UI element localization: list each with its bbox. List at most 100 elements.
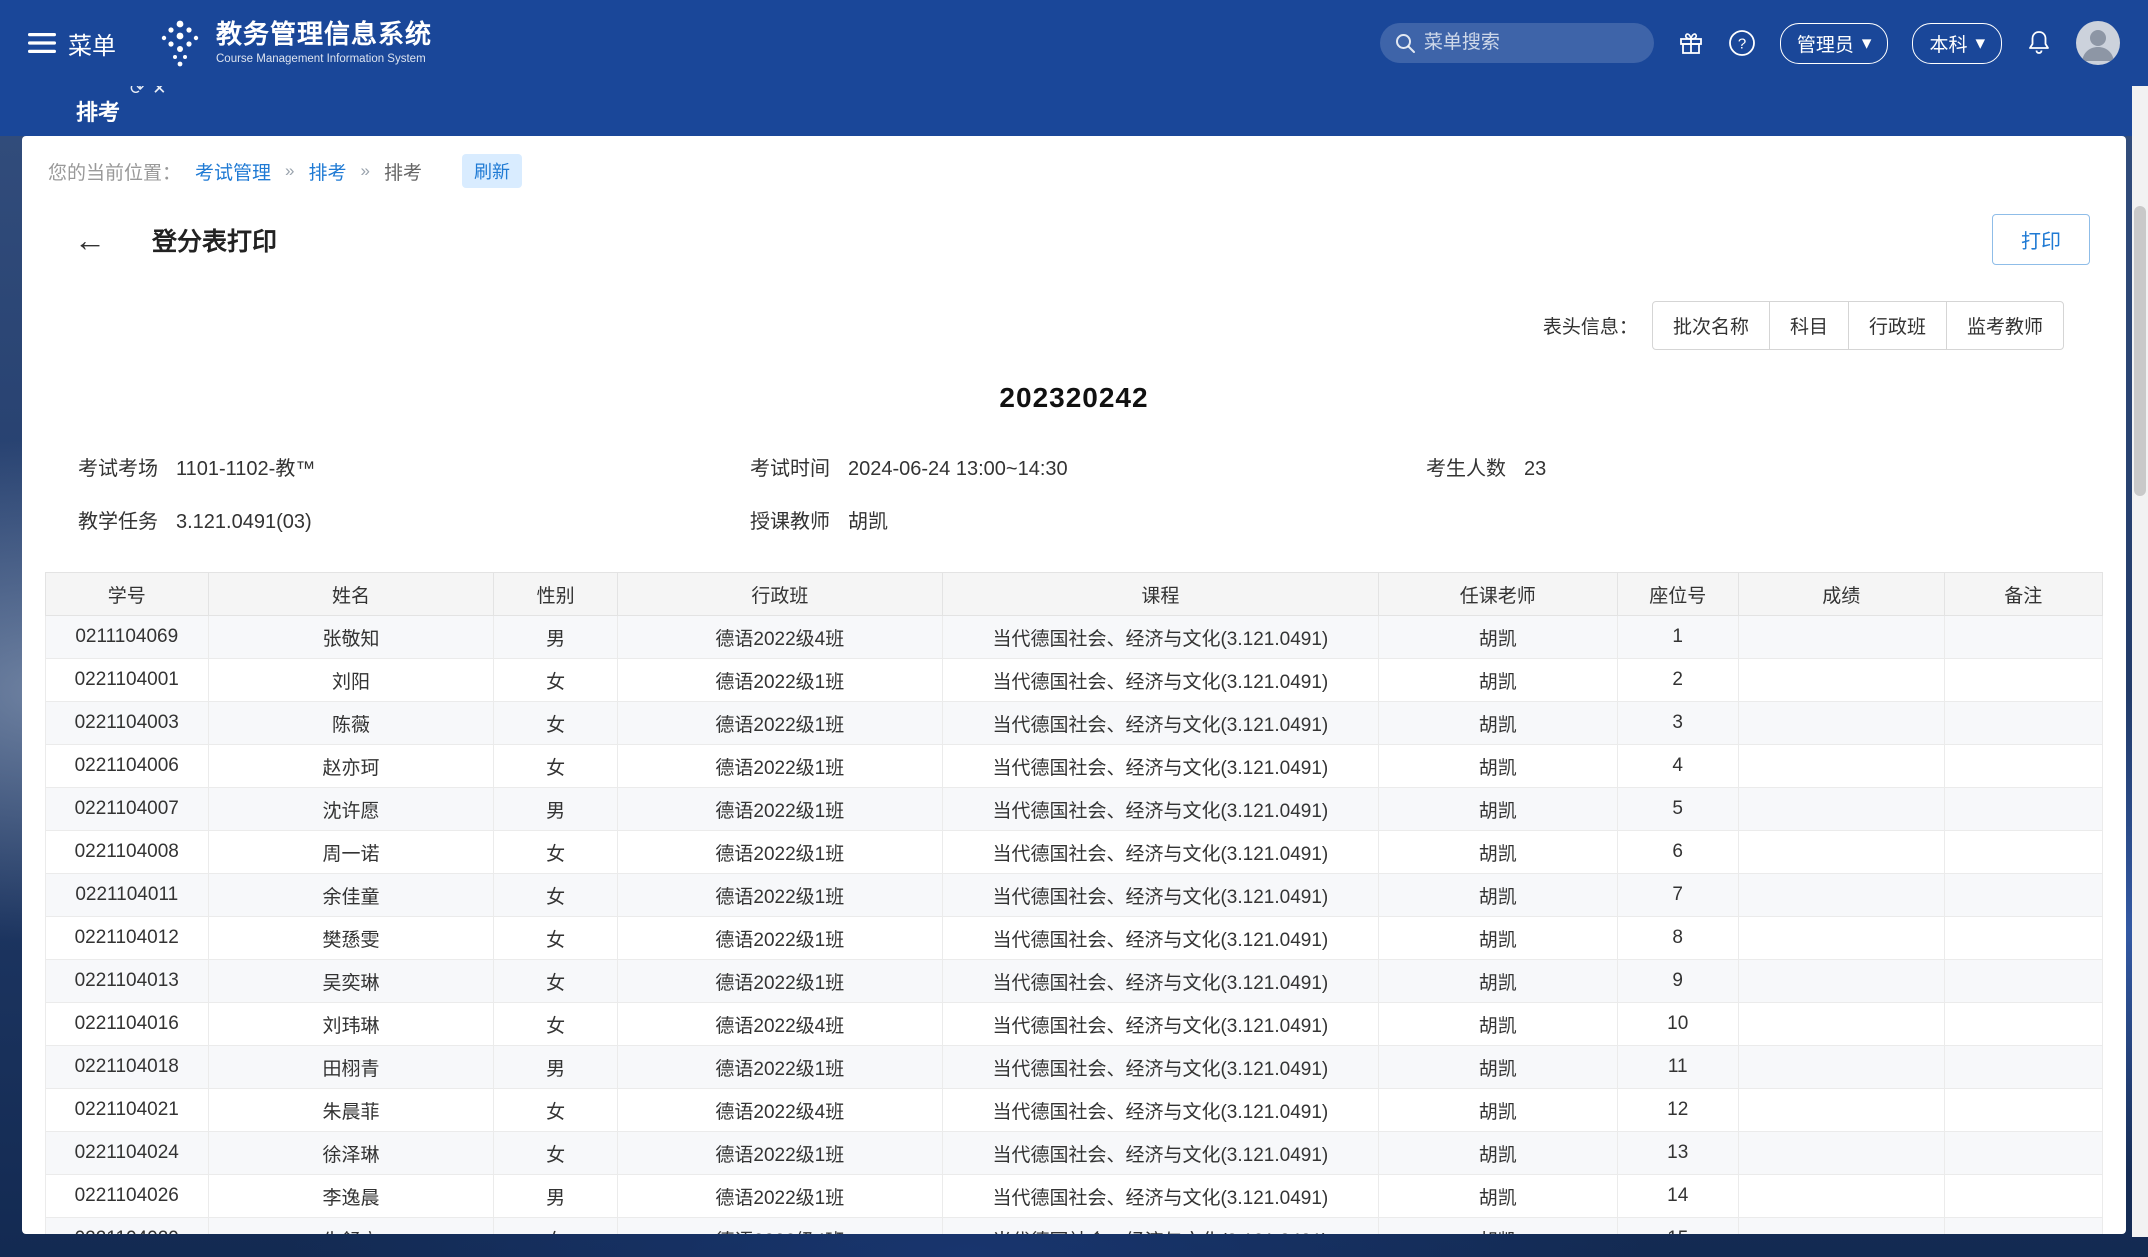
table-header-row: 学号姓名性别行政班课程任课老师座位号成绩备注 [46,573,2103,616]
table-cell: 当代德国社会、经济与文化(3.121.0491) [942,917,1378,960]
info-label: 考试时间 [750,452,830,481]
table-cell: 胡凯 [1378,1089,1617,1132]
field-button-admin-class[interactable]: 行政班 [1848,301,1947,350]
table-cell: 男 [494,616,617,659]
info-student-count: 考生人数 23 [1426,452,2126,481]
table-row: 0221104011余佳童女德语2022级1班当代德国社会、经济与文化(3.12… [46,874,2103,917]
breadcrumb-link-exam-management[interactable]: 考试管理 [195,158,271,185]
tab-paikao[interactable]: 排考 ⟳ ✕ [76,95,120,127]
refresh-button[interactable]: 刷新 [462,154,522,188]
table-cell: 德语2022级4班 [617,1089,942,1132]
table-cell: 9 [1617,960,1738,1003]
table-cell: 赵亦珂 [208,745,494,788]
navbar-left: 菜单 [28,17,432,69]
table-cell: 13 [1617,1132,1738,1175]
table-cell: 女 [494,1132,617,1175]
column-header: 任课老师 [1378,573,1617,616]
table-cell: 当代德国社会、经济与文化(3.121.0491) [942,960,1378,1003]
table-cell: 余佳童 [208,874,494,917]
search-input[interactable] [1380,23,1654,63]
table-cell [1738,788,1944,831]
column-header: 备注 [1944,573,2102,616]
table-cell: 胡凯 [1378,1003,1617,1046]
table-cell [1944,1003,2102,1046]
table-row: 0221104013吴奕琳女德语2022级1班当代德国社会、经济与文化(3.12… [46,960,2103,1003]
search-icon [1394,32,1416,54]
table-cell: 德语2022级1班 [617,1132,942,1175]
back-button[interactable]: ← [74,224,106,256]
table-body: 0211104069张敬知男德语2022级4班当代德国社会、经济与文化(3.12… [46,616,2103,1235]
table-row: 0221104012樊愻雯女德语2022级1班当代德国社会、经济与文化(3.12… [46,917,2103,960]
table-cell [1944,1218,2102,1235]
table-cell: 胡凯 [1378,960,1617,1003]
scrollbar-thumb[interactable] [2134,206,2146,496]
scrollbar[interactable] [2132,86,2148,1237]
table-cell [1944,1089,2102,1132]
table-cell: 德语2022级1班 [617,1175,942,1218]
table-cell: 0221104013 [46,960,209,1003]
table-cell: 女 [494,917,617,960]
user-avatar[interactable] [2076,21,2120,65]
menu-search [1380,23,1654,63]
exam-info: 考试考场 1101-1102-教™ 考试时间 2024-06-24 13:00~… [78,452,2126,534]
page-header: ← 登分表打印 打印 [22,188,2126,265]
page-title: 登分表打印 [152,222,277,258]
table-cell: 女 [494,831,617,874]
app-titles: 教务管理信息系统 Course Management Information S… [216,20,432,66]
table-cell: 14 [1617,1175,1738,1218]
gift-button[interactable] [1678,30,1704,56]
table-cell [1944,1175,2102,1218]
table-cell [1738,917,1944,960]
table-cell: 德语2022级4班 [617,1218,942,1235]
table-cell: 田栩青 [208,1046,494,1089]
table-cell: 胡凯 [1378,1132,1617,1175]
column-header: 成绩 [1738,573,1944,616]
table-row: 0221104003陈薇女德语2022级1班当代德国社会、经济与文化(3.121… [46,702,2103,745]
table-cell: 德语2022级4班 [617,1003,942,1046]
chevron-down-icon: ▾ [1975,32,1985,55]
info-lecturer: 授课教师 胡凯 [750,505,1426,534]
question-icon: ? [1728,29,1756,57]
table-cell: 男 [494,1046,617,1089]
print-button[interactable]: 打印 [1992,214,2090,265]
table-cell: 当代德国社会、经济与文化(3.121.0491) [942,1132,1378,1175]
table-cell: 当代德国社会、经济与文化(3.121.0491) [942,874,1378,917]
batch-code: 202320242 [22,382,2126,414]
info-label: 教学任务 [78,505,158,534]
table-cell: 德语2022级1班 [617,874,942,917]
role-dropdown[interactable]: 管理员 ▾ [1780,23,1889,64]
info-value: 23 [1524,458,1546,481]
table-cell: 胡凯 [1378,831,1617,874]
field-button-subject[interactable]: 科目 [1769,301,1849,350]
header-fields-row: 表头信息： 批次名称 科目 行政班 监考教师 [22,265,2126,350]
table-cell: 胡凯 [1378,659,1617,702]
notifications-button[interactable] [2026,29,2052,57]
table-cell: 德语2022级1班 [617,960,942,1003]
field-button-batch-name[interactable]: 批次名称 [1652,301,1770,350]
table-cell: 胡凯 [1378,917,1617,960]
table-cell: 当代德国社会、经济与文化(3.121.0491) [942,745,1378,788]
table-cell: 4 [1617,745,1738,788]
table-cell: 胡凯 [1378,788,1617,831]
content-card: 您的当前位置： 考试管理 » 排考 » 排考 刷新 ← 登分表打印 打印 表头信… [22,136,2126,1234]
table-cell: 胡凯 [1378,616,1617,659]
info-label: 考试考场 [78,452,158,481]
breadcrumb-current: 排考 [384,158,422,185]
table-cell [1944,960,2102,1003]
table-cell: 德语2022级1班 [617,917,942,960]
column-header: 姓名 [208,573,494,616]
app-logo-icon [158,17,202,69]
breadcrumb-link-paikao[interactable]: 排考 [309,158,347,185]
menu-button[interactable]: 菜单 [28,26,116,61]
table-cell: 0221104011 [46,874,209,917]
scope-dropdown[interactable]: 本科 ▾ [1912,23,2002,64]
top-navbar: 菜单 [0,0,2148,86]
breadcrumb-separator-icon: » [285,161,294,181]
app-subtitle: Course Management Information System [216,53,432,66]
svg-text:?: ? [1738,36,1746,53]
help-button[interactable]: ? [1728,29,1756,57]
field-button-proctor[interactable]: 监考教师 [1946,301,2064,350]
column-header: 座位号 [1617,573,1738,616]
table-cell: 刘阳 [208,659,494,702]
table-cell: 德语2022级1班 [617,1046,942,1089]
